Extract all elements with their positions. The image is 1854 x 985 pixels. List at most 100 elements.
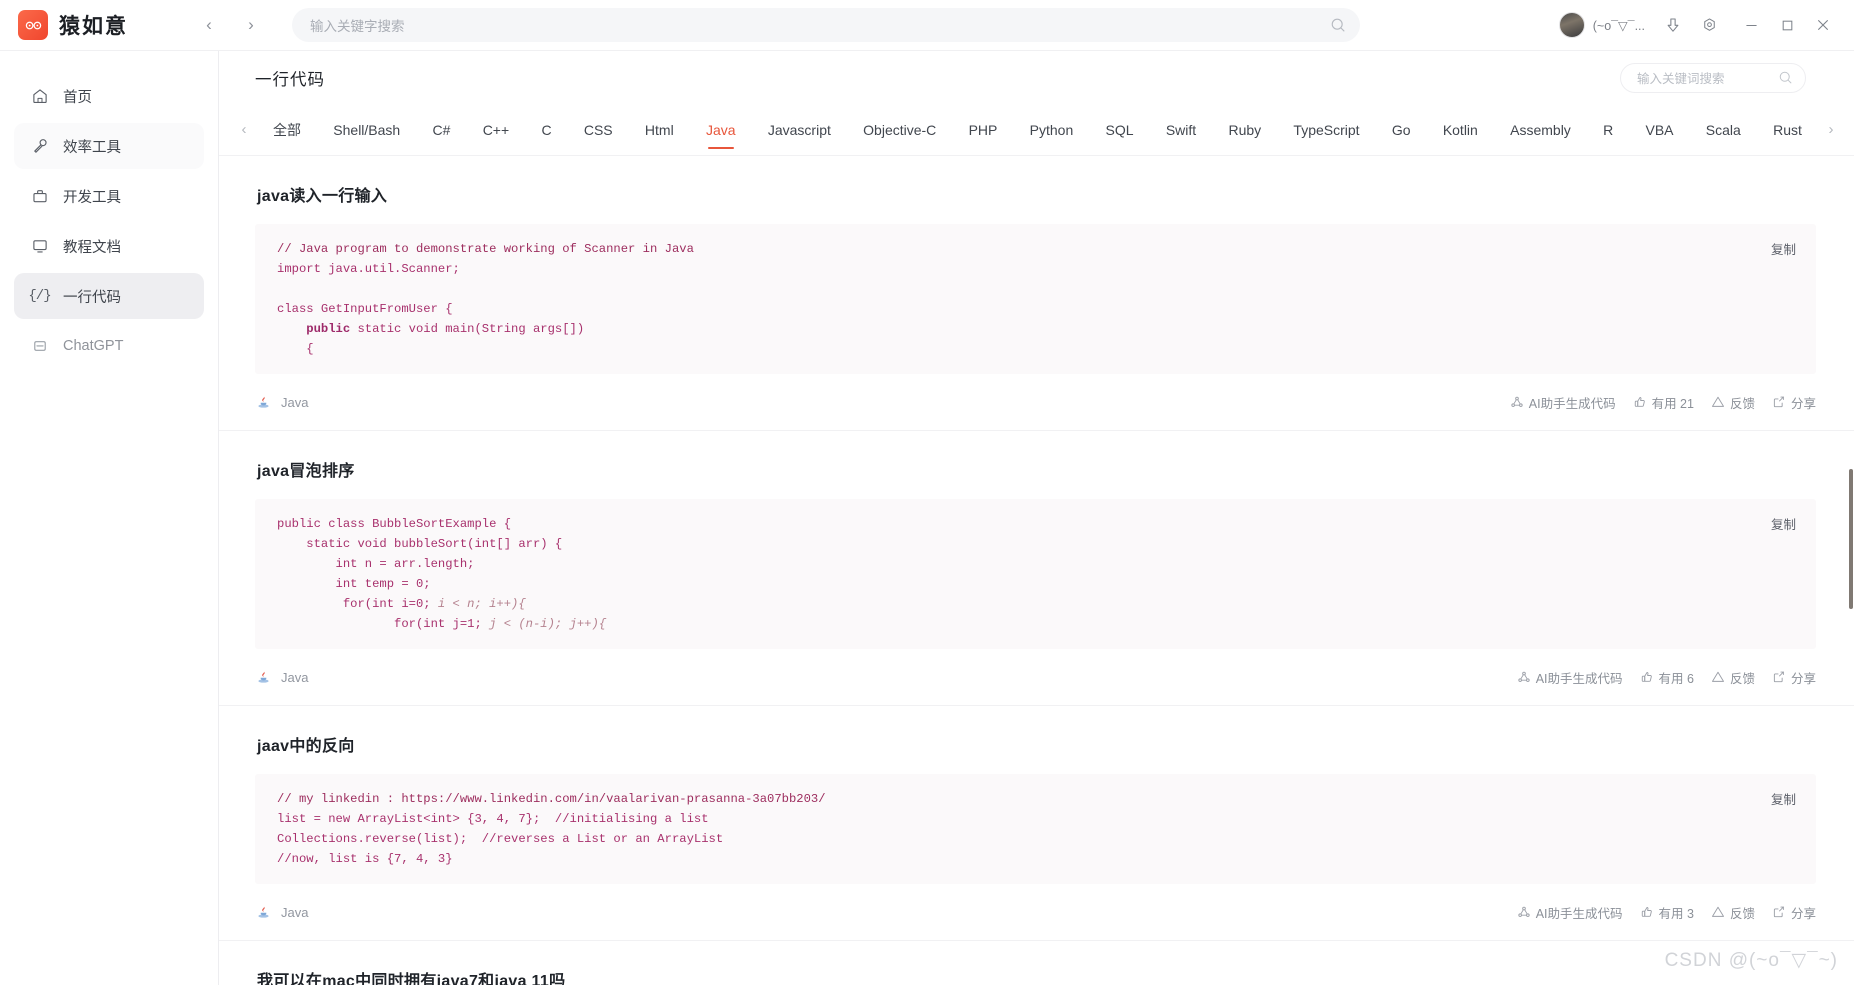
tab-cpp[interactable]: C++ xyxy=(481,104,511,155)
sidebar-item-dev-tools[interactable]: 开发工具 xyxy=(14,173,204,219)
tab-css[interactable]: CSS xyxy=(582,104,615,155)
warning-triangle-icon xyxy=(1711,905,1725,919)
tab-objective-c[interactable]: Objective-C xyxy=(861,104,938,155)
tab-php[interactable]: PHP xyxy=(967,104,1000,155)
tab-csharp[interactable]: C# xyxy=(431,104,453,155)
sidebar-item-tutorial-docs[interactable]: 教程文档 xyxy=(14,223,204,269)
ai-generate-code-button[interactable]: AI助手生成代码 xyxy=(1517,903,1623,922)
snippet-language-label: Java xyxy=(281,394,309,410)
tab-vba[interactable]: VBA xyxy=(1644,104,1676,155)
sidebar-item-label: ChatGPT xyxy=(63,338,124,354)
forward-button[interactable]: › xyxy=(238,12,264,38)
tab-r[interactable]: R xyxy=(1601,104,1615,155)
chat-icon xyxy=(30,337,49,356)
brand: 猿如意 xyxy=(18,10,218,40)
global-search-wrap: 输入关键字搜索 xyxy=(292,8,1543,42)
global-search-box[interactable]: 输入关键字搜索 xyxy=(292,8,1360,42)
snippet-card: 我可以在mac中同时拥有java7和java 11吗brew search ja… xyxy=(219,941,1854,985)
copy-button[interactable]: 复制 xyxy=(1765,236,1802,261)
java-icon xyxy=(255,394,272,411)
tab-html[interactable]: Html xyxy=(643,104,676,155)
sidebar-item-label: 一行代码 xyxy=(63,289,121,306)
code-block: // my linkedin : https://www.linkedin.co… xyxy=(255,774,1816,884)
share-button[interactable]: 分享 xyxy=(1772,903,1816,922)
tab-shell-bash[interactable]: Shell/Bash xyxy=(331,104,402,155)
feedback-button[interactable]: 反馈 xyxy=(1711,393,1755,412)
tabs-prev-button[interactable]: ‹ xyxy=(231,104,257,155)
tab-assembly[interactable]: Assembly xyxy=(1508,104,1573,155)
copy-button[interactable]: 复制 xyxy=(1765,786,1802,811)
app-window: 猿如意 ‹ › 输入关键字搜索 (~o¯▽¯... 首页 效率工具 开发工具 教… xyxy=(0,0,1854,985)
code-block: public class BubbleSortExample { static … xyxy=(255,499,1816,649)
tab-kotlin[interactable]: Kotlin xyxy=(1441,104,1480,155)
window-controls: (~o¯▽¯... xyxy=(1553,10,1840,40)
code-content: // my linkedin : https://www.linkedin.co… xyxy=(277,792,826,866)
snippet-list: java读入一行输入 // Java program to demonstrate… xyxy=(219,156,1854,985)
avatar[interactable] xyxy=(1558,12,1585,38)
code-content: // Java program to demonstrate working o… xyxy=(277,242,694,356)
tab-all[interactable]: 全部 xyxy=(271,104,303,155)
tab-ruby[interactable]: Ruby xyxy=(1226,104,1263,155)
toolbox-icon xyxy=(30,187,49,206)
warning-triangle-icon xyxy=(1711,670,1725,684)
snippet-card: java读入一行输入 // Java program to demonstrate… xyxy=(219,156,1854,431)
useful-button[interactable]: 有用 3 xyxy=(1640,903,1694,922)
close-button[interactable] xyxy=(1806,10,1840,40)
sidebar-item-chatgpt[interactable]: ChatGPT xyxy=(14,323,204,369)
title-bar: 猿如意 ‹ › 输入关键字搜索 (~o¯▽¯... xyxy=(0,0,1854,51)
snippet-title: java冒泡排序 xyxy=(257,463,355,480)
search-icon[interactable] xyxy=(1330,17,1346,33)
nav-arrows: ‹ › xyxy=(196,12,264,38)
back-button[interactable]: ‹ xyxy=(196,12,222,38)
share-button[interactable]: 分享 xyxy=(1772,668,1816,687)
tab-rust[interactable]: Rust xyxy=(1771,104,1804,155)
sidebar-item-label: 开发工具 xyxy=(63,189,121,206)
sidebar-item-one-line-code[interactable]: {/} 一行代码 xyxy=(14,273,204,319)
gear-icon[interactable] xyxy=(1692,10,1726,40)
search-icon[interactable] xyxy=(1778,70,1793,85)
wrench-icon xyxy=(30,137,49,156)
useful-button[interactable]: 有用 21 xyxy=(1633,393,1694,412)
share-button[interactable]: 分享 xyxy=(1772,393,1816,412)
ai-generate-code-button[interactable]: AI助手生成代码 xyxy=(1510,393,1616,412)
tab-go[interactable]: Go xyxy=(1390,104,1413,155)
download-icon[interactable] xyxy=(1656,10,1690,40)
user-nickname[interactable]: (~o¯▽¯... xyxy=(1593,18,1645,33)
tab-swift[interactable]: Swift xyxy=(1164,104,1198,155)
scrollbar-thumb[interactable] xyxy=(1849,469,1853,609)
thumbs-up-icon xyxy=(1633,395,1647,409)
content-header: 一行代码 输入关键词搜索 xyxy=(219,51,1854,104)
feedback-button[interactable]: 反馈 xyxy=(1711,903,1755,922)
content-search-box[interactable]: 输入关键词搜索 xyxy=(1620,62,1806,93)
monitor-icon xyxy=(30,237,49,256)
sidebar-item-efficiency-tools[interactable]: 效率工具 xyxy=(14,123,204,169)
tab-sql[interactable]: SQL xyxy=(1104,104,1136,155)
tabs-next-button[interactable]: › xyxy=(1818,104,1844,155)
sidebar-item-home[interactable]: 首页 xyxy=(14,73,204,119)
share-icon xyxy=(1772,670,1786,684)
sidebar-item-label: 首页 xyxy=(63,89,92,106)
maximize-button[interactable] xyxy=(1770,10,1804,40)
ai-generate-code-button[interactable]: AI助手生成代码 xyxy=(1517,668,1623,687)
global-search-placeholder: 输入关键字搜索 xyxy=(310,19,405,34)
snippet-actions: AI助手生成代码 有用 3 反馈 分享 xyxy=(1517,903,1816,922)
page-title: 一行代码 xyxy=(255,70,325,89)
language-tabs: 全部 Shell/Bash C# C++ C CSS Html Java Jav… xyxy=(257,104,1818,155)
copy-button[interactable]: 复制 xyxy=(1765,511,1802,536)
snippet-language: Java xyxy=(255,669,308,686)
tab-c[interactable]: C xyxy=(539,104,553,155)
snippet-footer: Java AI助手生成代码 有用 21 反馈 分享 xyxy=(255,374,1816,430)
useful-button[interactable]: 有用 6 xyxy=(1640,668,1694,687)
app-logo-icon xyxy=(18,10,48,40)
content-scrollbar[interactable] xyxy=(1847,51,1854,985)
feedback-button[interactable]: 反馈 xyxy=(1711,668,1755,687)
minimize-button[interactable] xyxy=(1734,10,1768,40)
ai-icon xyxy=(1517,670,1531,684)
tab-python[interactable]: Python xyxy=(1028,104,1076,155)
tab-typescript[interactable]: TypeScript xyxy=(1291,104,1361,155)
ai-icon xyxy=(1517,905,1531,919)
tab-javascript[interactable]: Javascript xyxy=(766,104,833,155)
tab-scala[interactable]: Scala xyxy=(1704,104,1743,155)
sidebar: 首页 效率工具 开发工具 教程文档 {/} 一行代码 ChatGPT xyxy=(0,51,219,985)
tab-java[interactable]: Java xyxy=(704,104,738,155)
